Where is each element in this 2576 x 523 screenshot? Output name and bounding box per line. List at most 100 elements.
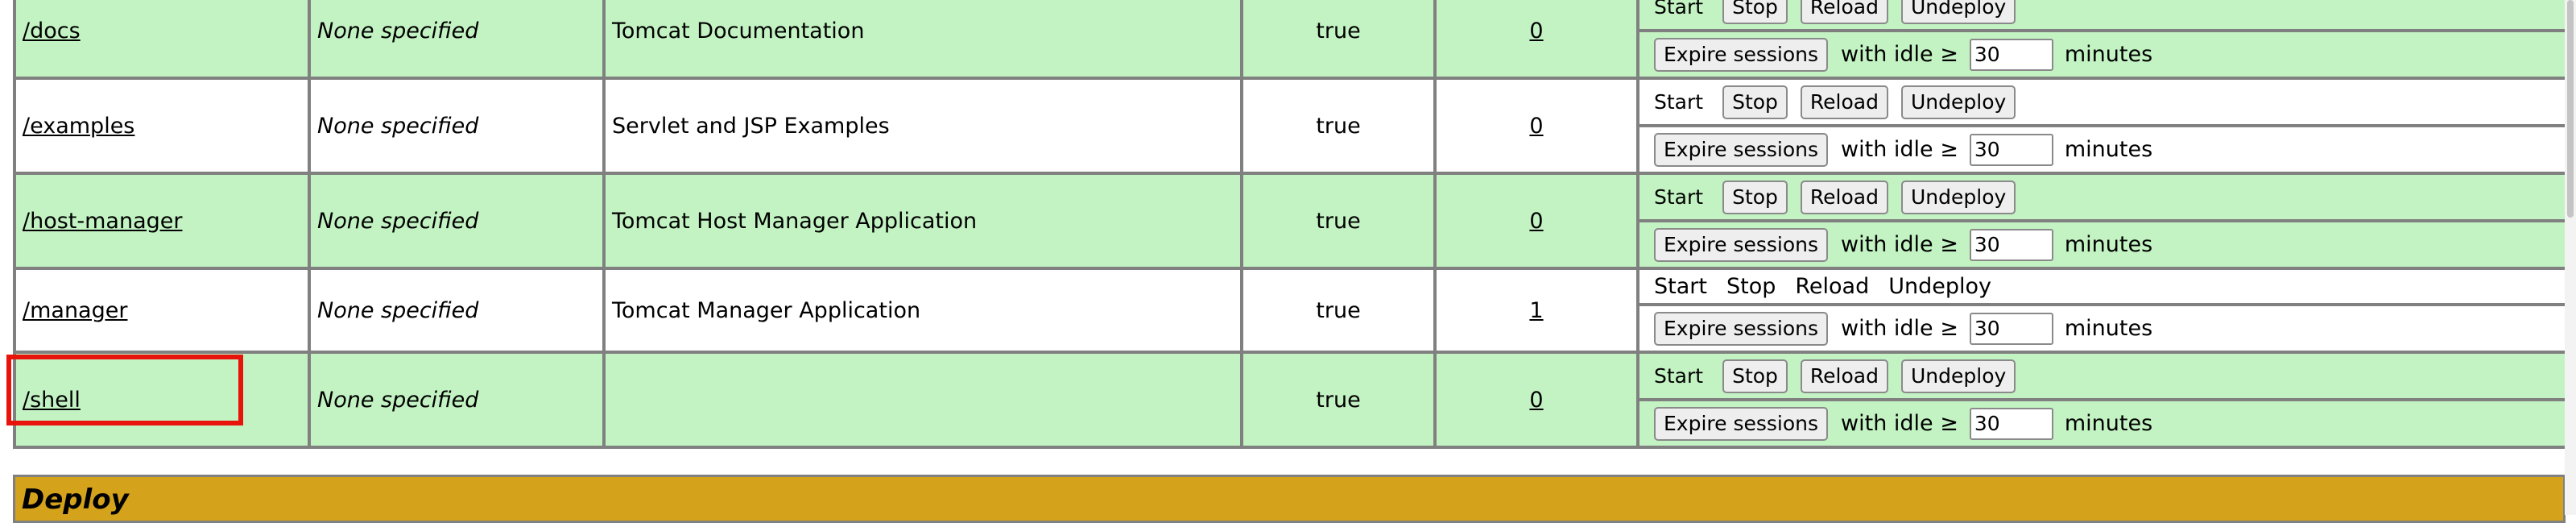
deploy-section-header: Deploy — [13, 475, 2566, 523]
idle-minutes-input[interactable] — [1969, 133, 2053, 166]
sessions-cell: 0 — [1433, 0, 1639, 80]
app-version: None specified — [317, 297, 479, 323]
with-idle-label: with idle ≥ — [1841, 232, 1958, 257]
path-cell: /host-manager — [13, 172, 311, 270]
minutes-label: minutes — [2064, 42, 2153, 67]
reload-label: Reload — [1795, 274, 1870, 299]
stop-label: Stop — [1726, 274, 1776, 299]
control-line: Start Stop Reload Undeploy — [1639, 80, 2566, 124]
with-idle-label: with idle ≥ — [1841, 316, 1958, 341]
path-cell: /shell — [13, 351, 311, 449]
app-display-name: Tomcat Documentation — [612, 18, 865, 44]
start-label: Start — [1654, 359, 1703, 393]
start-label: Start — [1654, 181, 1703, 214]
stop-button[interactable]: Stop — [1722, 180, 1788, 214]
commands-cell: Start Stop Reload Undeploy Expire sessio… — [1636, 351, 2569, 449]
with-idle-label: with idle ≥ — [1841, 137, 1958, 162]
reload-button[interactable]: Reload — [1800, 0, 1888, 24]
idle-minutes-input[interactable] — [1969, 38, 2053, 71]
expire-line: Expire sessions with idle ≥ minutes — [1639, 29, 2566, 77]
stop-button[interactable]: Stop — [1722, 359, 1788, 393]
minutes-label: minutes — [2064, 411, 2153, 436]
minutes-label: minutes — [2064, 137, 2153, 162]
reload-button[interactable]: Reload — [1800, 180, 1888, 214]
idle-minutes-input[interactable] — [1969, 407, 2053, 440]
app-display-name: Tomcat Manager Application — [612, 297, 921, 323]
undeploy-button[interactable]: Undeploy — [1900, 359, 2016, 393]
app-running: true — [1316, 387, 1361, 413]
table-row: /docs None specified Tomcat Documentatio… — [13, 0, 2569, 80]
expire-sessions-button[interactable]: Expire sessions — [1654, 132, 1829, 167]
expire-sessions-button[interactable]: Expire sessions — [1654, 406, 1829, 441]
app-running: true — [1316, 113, 1361, 139]
app-display-name: Servlet and JSP Examples — [612, 113, 890, 139]
expire-line: Expire sessions with idle ≥ minutes — [1639, 303, 2566, 351]
path-cell: /manager — [13, 267, 311, 354]
version-cell: None specified — [308, 0, 606, 80]
idle-minutes-input[interactable] — [1969, 312, 2053, 345]
commands-cell: Start Stop Reload Undeploy Expire sessio… — [1636, 0, 2569, 80]
start-label: Start — [1654, 85, 1703, 119]
app-sessions-link[interactable]: 0 — [1529, 114, 1543, 139]
running-cell: true — [1240, 172, 1437, 270]
minutes-label: minutes — [2064, 316, 2153, 341]
undeploy-label: Undeploy — [1888, 274, 1991, 299]
sessions-cell: 0 — [1433, 172, 1639, 270]
display-name-cell — [602, 351, 1243, 449]
with-idle-label: with idle ≥ — [1841, 42, 1958, 67]
version-cell: None specified — [308, 77, 606, 175]
app-path-link[interactable]: /docs — [23, 19, 81, 44]
app-path-link[interactable]: /examples — [23, 114, 134, 139]
applications-table: /docs None specified Tomcat Documentatio… — [13, 0, 2569, 449]
commands-cell: Start Stop Reload Undeploy Expire sessio… — [1636, 77, 2569, 175]
app-running: true — [1316, 18, 1361, 44]
stop-button[interactable]: Stop — [1722, 0, 1788, 24]
reload-button[interactable]: Reload — [1800, 85, 1888, 119]
vertical-scrollbar[interactable] — [2565, 0, 2576, 515]
app-sessions-link[interactable]: 0 — [1529, 19, 1543, 44]
control-line: Start Stop Reload Undeploy — [1639, 175, 2566, 219]
idle-minutes-input[interactable] — [1969, 228, 2053, 261]
version-cell: None specified — [308, 267, 606, 354]
app-running: true — [1316, 297, 1361, 323]
app-path-link[interactable]: /host-manager — [23, 209, 182, 234]
undeploy-button[interactable]: Undeploy — [1900, 85, 2016, 119]
expire-sessions-button[interactable]: Expire sessions — [1654, 227, 1829, 262]
sessions-cell: 0 — [1433, 351, 1639, 449]
minutes-label: minutes — [2064, 232, 2153, 257]
display-name-cell: Tomcat Documentation — [602, 0, 1243, 80]
sessions-cell: 1 — [1433, 267, 1639, 354]
table-row: /manager None specified Tomcat Manager A… — [13, 267, 2569, 354]
expire-line: Expire sessions with idle ≥ minutes — [1639, 219, 2566, 267]
app-sessions-link[interactable]: 0 — [1529, 209, 1543, 234]
running-cell: true — [1240, 351, 1437, 449]
app-version: None specified — [317, 208, 479, 234]
sessions-cell: 0 — [1433, 77, 1639, 175]
table-row: /shell None specified true 0 Start Stop … — [13, 351, 2569, 449]
display-name-cell: Servlet and JSP Examples — [602, 77, 1243, 175]
app-path-link[interactable]: /shell — [23, 388, 81, 413]
stop-button[interactable]: Stop — [1722, 85, 1788, 119]
app-running: true — [1316, 208, 1361, 234]
version-cell: None specified — [308, 351, 606, 449]
expire-sessions-button[interactable]: Expire sessions — [1654, 37, 1829, 72]
app-sessions-link[interactable]: 1 — [1529, 298, 1543, 323]
undeploy-button[interactable]: Undeploy — [1900, 0, 2016, 24]
expire-sessions-button[interactable]: Expire sessions — [1654, 311, 1829, 346]
app-path-link[interactable]: /manager — [23, 298, 127, 323]
running-cell: true — [1240, 0, 1437, 80]
commands-cell: Start Stop Reload Undeploy Expire sessio… — [1636, 172, 2569, 270]
expire-line: Expire sessions with idle ≥ minutes — [1639, 398, 2566, 446]
version-cell: None specified — [308, 172, 606, 270]
undeploy-button[interactable]: Undeploy — [1900, 180, 2016, 214]
table-row: /host-manager None specified Tomcat Host… — [13, 172, 2569, 270]
path-cell: /docs — [13, 0, 311, 80]
running-cell: true — [1240, 77, 1437, 175]
control-line: Start Stop Reload Undeploy — [1639, 0, 2566, 29]
start-label: Start — [1654, 0, 1703, 24]
app-sessions-link[interactable]: 0 — [1529, 388, 1543, 413]
control-line: Start Stop Reload Undeploy — [1639, 270, 2566, 303]
control-line: Start Stop Reload Undeploy — [1639, 354, 2566, 398]
scrollbar-thumb[interactable] — [2567, 0, 2574, 218]
reload-button[interactable]: Reload — [1800, 359, 1888, 393]
